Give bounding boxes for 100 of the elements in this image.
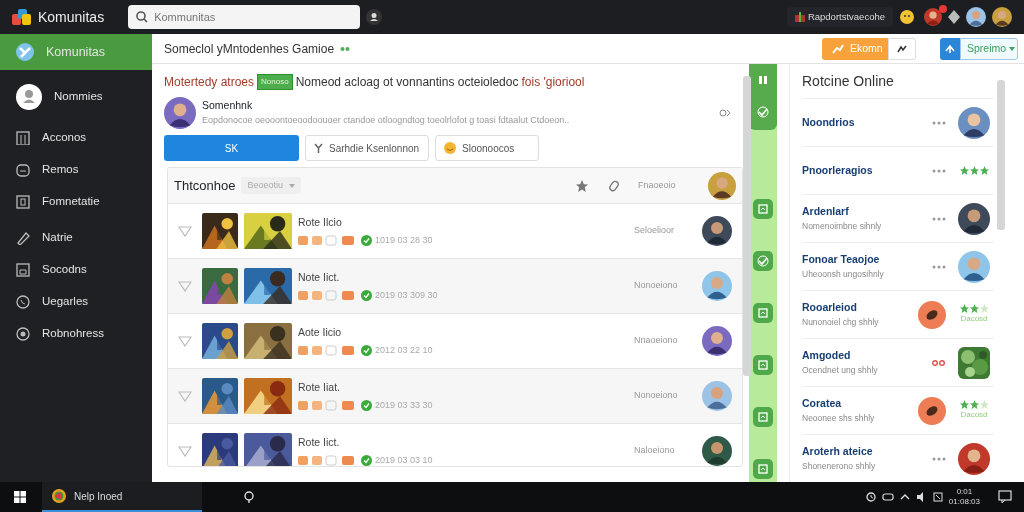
star-icon <box>970 400 979 409</box>
search-field[interactable]: Kommunitas <box>128 5 361 29</box>
rating-text: Dacosd <box>960 313 988 325</box>
taskbar-app[interactable]: Nelp Inoed <box>42 482 202 512</box>
notification-icon[interactable] <box>998 490 1012 504</box>
status-text: Nonoeiono <box>634 279 679 293</box>
status-badge: Nonoso <box>257 74 293 90</box>
pencil-icon <box>16 231 30 245</box>
sidebar-item[interactable]: Acconos <box>0 122 152 154</box>
contact-status: Ocendnet ung shhly <box>802 364 879 377</box>
contact-name[interactable]: Coratea <box>802 396 918 412</box>
monitor-icon[interactable] <box>881 493 894 501</box>
sidebar-item[interactable]: Socodns <box>0 254 152 286</box>
rail-button[interactable] <box>753 303 773 323</box>
windows-icon[interactable] <box>14 491 26 503</box>
caret-icon <box>288 183 295 188</box>
notice-text: Nomeod acloag ot vonnantins octeioledoc <box>295 74 519 91</box>
check-icon <box>361 399 372 411</box>
contact-name[interactable]: Pnoorleragios <box>802 162 932 179</box>
author-name: Somenhnk <box>202 98 254 114</box>
run-icon <box>832 43 844 54</box>
notice-link[interactable]: fois 'gioriool <box>521 73 585 91</box>
brand-name: Komunitas <box>38 7 105 27</box>
contact-name[interactable]: Noondrios <box>802 114 932 131</box>
sidebar-item[interactable]: Robnohress <box>0 318 152 350</box>
avatar <box>958 106 990 139</box>
avatar <box>992 7 1012 27</box>
check-icon <box>361 344 372 356</box>
document-icon <box>16 195 30 209</box>
logo-icon <box>12 8 32 26</box>
row-title: Note Iict. <box>298 269 341 285</box>
contact-name[interactable]: Aroterh ateice <box>802 444 932 460</box>
contact-status: Uheoonsh ungosihnly <box>802 268 885 281</box>
scrollbar[interactable] <box>743 76 751 376</box>
more-icon[interactable] <box>932 168 946 173</box>
clipboard-icon <box>757 411 769 423</box>
tag-icon[interactable] <box>608 179 620 192</box>
avatar <box>958 442 990 475</box>
avatar <box>702 216 732 246</box>
user-icon <box>16 84 42 110</box>
more-icon[interactable] <box>932 120 946 125</box>
sidebar-item[interactable]: Uegarles <box>0 286 152 318</box>
contact-name[interactable]: Amgoded <box>802 348 932 364</box>
scrollbar[interactable] <box>997 80 1005 230</box>
date-text: 2019 03 309 30 <box>375 288 438 302</box>
contact-name[interactable]: Rooarleiod <box>802 300 918 316</box>
star-icon <box>980 166 989 175</box>
rail-button[interactable] <box>753 459 773 479</box>
emoji-icon <box>444 142 456 154</box>
sidebar-item[interactable]: Remos <box>0 154 152 186</box>
clipboard-icon <box>757 307 769 319</box>
user-icon[interactable] <box>366 9 383 25</box>
bean-icon[interactable] <box>918 396 946 425</box>
alert-label: Motertedy atroes <box>164 74 255 91</box>
graph-button[interactable] <box>888 37 916 60</box>
star-icon <box>970 304 979 313</box>
star-icon[interactable] <box>576 179 588 192</box>
row-title: Rote Iict. <box>298 434 341 450</box>
share-button[interactable] <box>940 37 960 60</box>
bean-icon[interactable] <box>918 300 946 329</box>
gift-icon <box>794 12 805 22</box>
caret-icon <box>1009 46 1016 51</box>
rail-button[interactable] <box>753 251 773 271</box>
avatar <box>702 436 732 466</box>
check-icon <box>361 289 372 301</box>
star-icon <box>960 166 969 175</box>
contact-name[interactable]: Ardenlarf <box>802 204 932 220</box>
sidebar-item[interactable]: Nommies <box>0 76 152 118</box>
phone-icon <box>16 295 30 309</box>
emoji-icon[interactable] <box>899 9 915 25</box>
date-text: 2019 03 33 30 <box>375 398 433 412</box>
disc-icon <box>16 327 30 341</box>
date-text: 2012 03 22 10 <box>375 343 433 357</box>
clock-date: 01:08:03 <box>948 497 980 507</box>
chart-icon <box>897 44 907 53</box>
columns-icon <box>16 131 30 145</box>
check-icon <box>361 454 372 466</box>
alert-icon <box>932 359 946 366</box>
filter-button[interactable]: Sarhdie Ksenlonnon <box>305 135 429 161</box>
clock-icon[interactable] <box>865 492 876 502</box>
confirm-button[interactable]: SK <box>164 135 299 161</box>
reaction-button[interactable]: Sloonoocos <box>435 135 539 161</box>
more-icon[interactable] <box>932 456 946 461</box>
user-menu[interactable]: Rapdortstvaecohe <box>786 6 893 28</box>
sidebar-item[interactable]: Natrie <box>0 222 152 254</box>
contact-name[interactable]: Fonoar Teaojoe <box>802 252 932 268</box>
rail-button[interactable] <box>753 355 773 375</box>
x-logo-icon <box>16 43 34 61</box>
clipboard-icon <box>757 463 769 475</box>
avatar <box>958 202 990 235</box>
rail-button[interactable] <box>753 199 773 219</box>
more-icon[interactable] <box>932 216 946 221</box>
more-icon[interactable] <box>932 264 946 269</box>
date-text: 2019 03 03 10 <box>375 453 433 466</box>
diamond-icon[interactable] <box>948 10 960 24</box>
sidebar-item[interactable]: Fomnetatie <box>0 186 152 218</box>
row-title: Aote Iicio <box>298 324 343 340</box>
chevron-up-icon[interactable] <box>899 494 910 500</box>
rail-button[interactable] <box>753 407 773 427</box>
post-text: Eopdonocoe oeooontoeoodoouoer ctandoe otloogndtog toeolrlofot g toasi fdtaalut Ctdoeon.. <box>202 114 571 128</box>
